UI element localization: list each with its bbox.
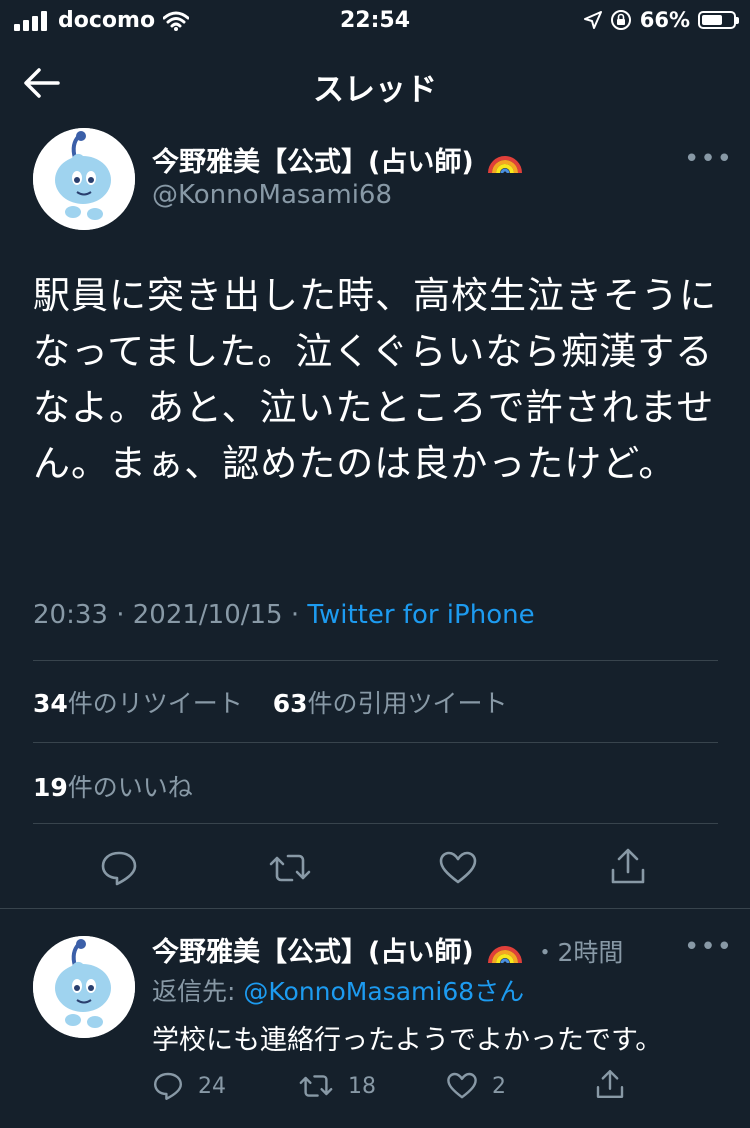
page-title: スレッド xyxy=(313,72,437,108)
user-handle[interactable]: @KonnoMasami68 xyxy=(152,180,392,210)
location-icon xyxy=(583,11,602,29)
tweet-date: 2021/10/15 xyxy=(132,600,283,630)
retweets-label: 件のリツイート xyxy=(67,689,243,718)
section-divider xyxy=(0,908,750,909)
retweets-stat[interactable]: 34件のリツイート xyxy=(33,689,243,718)
quotes-label: 件の引用ツイート xyxy=(307,689,508,718)
tweet-source-link[interactable]: Twitter for iPhone xyxy=(307,600,534,630)
reply-text: 学校にも連絡行ったようでよかったです。 xyxy=(152,1025,663,1056)
reply-avatar[interactable] xyxy=(33,936,135,1038)
retweet-icon xyxy=(269,854,311,882)
reply-share-button[interactable] xyxy=(594,1068,626,1100)
likes-count: 19 xyxy=(33,773,68,802)
rainbow-icon xyxy=(488,156,523,174)
reply-display-name-text: 今野雅美【公式】(占い師) xyxy=(152,937,474,968)
reply-age: ・2時間 xyxy=(532,938,624,967)
reply-icon xyxy=(101,851,137,886)
status-right: 66% xyxy=(583,8,739,32)
share-button[interactable] xyxy=(608,846,648,886)
reply-display-name[interactable]: 今野雅美【公式】(占い師) ・2時間 xyxy=(152,930,623,969)
retweet-icon xyxy=(299,1075,333,1097)
heart-icon xyxy=(447,1072,477,1099)
like-button[interactable] xyxy=(438,848,478,888)
more-options-icon[interactable]: ••• xyxy=(684,144,733,174)
status-bar: docomo 22:54 66% xyxy=(0,0,750,44)
rainbow-icon xyxy=(488,946,523,964)
quotes-stat[interactable]: 63件の引用ツイート xyxy=(273,689,508,718)
likes-stat[interactable]: 19件のいいね xyxy=(33,768,193,804)
divider xyxy=(33,742,718,743)
reply-like-button[interactable]: 2 xyxy=(446,1070,506,1102)
reply-retweets-count: 18 xyxy=(348,1073,376,1099)
reply-more-options-icon[interactable]: ••• xyxy=(684,932,733,962)
engagement-stats: 34件のリツイート 63件の引用ツイート xyxy=(33,684,508,720)
nav-header: スレッド xyxy=(0,52,750,116)
share-icon xyxy=(596,1070,624,1098)
divider xyxy=(33,823,718,824)
reply-prefix: 返信先: xyxy=(152,977,244,1006)
display-name[interactable]: 今野雅美【公式】(占い師) xyxy=(152,140,523,179)
battery-icon xyxy=(698,11,739,29)
reply-mention-link[interactable]: @KonnoMasami68さん xyxy=(243,977,524,1006)
heart-icon xyxy=(439,851,477,884)
retweets-count: 34 xyxy=(33,689,68,718)
reply-button[interactable] xyxy=(99,848,139,888)
share-icon xyxy=(611,848,645,884)
tweet-text: 駅員に突き出した時、高校生泣きそうになってました。泣くぐらいなら痴漢するなよ。あ… xyxy=(33,274,717,485)
reply-icon xyxy=(154,1072,182,1100)
orientation-lock-icon xyxy=(610,10,631,30)
reply-likes-count: 2 xyxy=(492,1073,506,1099)
reply-replies-count: 24 xyxy=(198,1073,226,1099)
divider xyxy=(33,660,718,661)
retweet-button[interactable] xyxy=(268,848,312,888)
likes-label: 件のいいね xyxy=(67,773,193,802)
tweet-time: 20:33 xyxy=(33,600,108,630)
reply-retweet-button[interactable]: 18 xyxy=(298,1070,376,1102)
quotes-count: 63 xyxy=(272,689,308,718)
reply-to-line: 返信先: @KonnoMasami68さん xyxy=(152,972,524,1008)
avatar-mascot-image xyxy=(33,936,135,1038)
tweet-meta: 20:33 · 2021/10/15 · Twitter for iPhone xyxy=(33,600,535,630)
reply-reply-button[interactable]: 24 xyxy=(152,1070,226,1102)
display-name-text: 今野雅美【公式】(占い師) xyxy=(152,147,474,178)
avatar[interactable] xyxy=(33,128,135,230)
battery-percent: 66% xyxy=(639,8,690,32)
avatar-mascot-image xyxy=(33,128,135,230)
